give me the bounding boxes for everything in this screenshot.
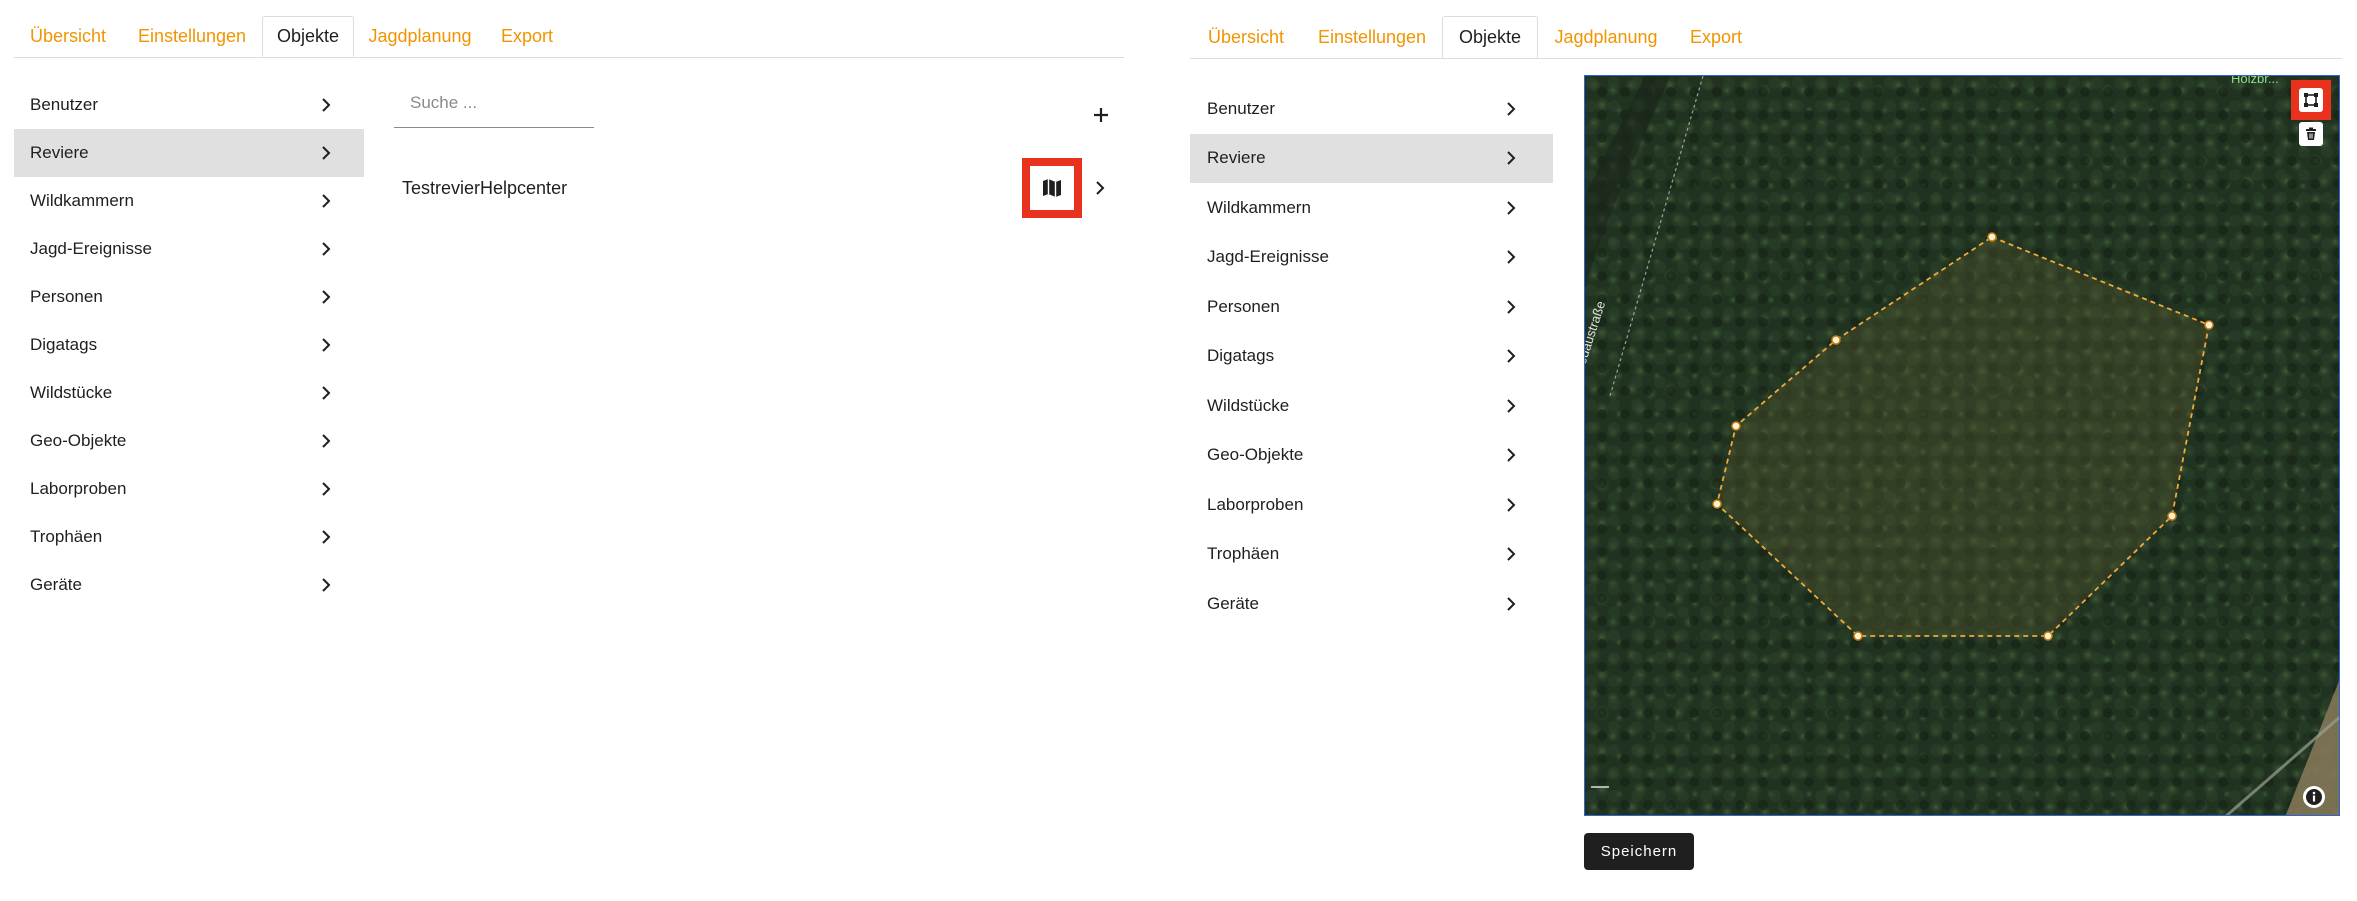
chevron-right-icon (1503, 596, 1519, 612)
left-menu-item-reviere[interactable]: Reviere (14, 129, 364, 177)
left-tab-einstellungen[interactable]: Einstellungen (122, 16, 262, 57)
polygon-draw-icon[interactable] (2291, 80, 2331, 120)
right-menu-item-geraete[interactable]: Geräte (1190, 579, 1553, 629)
chevron-right-icon (318, 289, 334, 305)
chevron-right-icon (1503, 200, 1519, 216)
chevron-right-icon (1503, 447, 1519, 463)
right-object-menu: Benutzer Reviere Wildkammern Jagd-Ereign… (1190, 84, 1553, 629)
right-menu-item-benutzer[interactable]: Benutzer (1190, 84, 1553, 134)
menu-item-label: Geräte (30, 575, 82, 594)
menu-item-label: Digatags (30, 335, 98, 354)
menu-item-label: Reviere (30, 143, 89, 162)
chevron-right-icon[interactable] (1092, 180, 1108, 201)
right-tab-einstellungen[interactable]: Einstellungen (1302, 16, 1442, 58)
left-menu-item-wildstuecke[interactable]: Wildstücke (14, 369, 364, 417)
left-menu-item-personen[interactable]: Personen (14, 273, 364, 321)
left-tab-jagdplanung[interactable]: Jagdplanung (354, 16, 486, 57)
right-menu-item-jagd-ereignisse[interactable]: Jagd-Ereignisse (1190, 233, 1553, 283)
menu-item-label: Digatags (1207, 346, 1275, 366)
menu-item-label: Wildkammern (1207, 197, 1311, 217)
right-menu-item-wildstuecke[interactable]: Wildstücke (1190, 381, 1553, 431)
chevron-right-icon (318, 241, 334, 257)
left-menu-item-trophaeen[interactable]: Trophäen (14, 513, 364, 561)
search-field (394, 78, 594, 128)
menu-item-label: Laborproben (30, 479, 127, 498)
chevron-right-icon (1503, 299, 1519, 315)
chevron-right-icon (318, 481, 334, 497)
chevron-right-icon (318, 529, 334, 545)
info-icon[interactable] (2303, 786, 2325, 808)
trash-icon[interactable] (2299, 122, 2323, 146)
chevron-right-icon (1503, 497, 1519, 513)
right-tab-bar: Übersicht Einstellungen Objekte Jagdplan… (1190, 16, 2342, 59)
menu-item-label: Geo-Objekte (30, 431, 127, 450)
right-tab-jagdplanung[interactable]: Jagdplanung (1538, 16, 1674, 58)
right-tab-uebersicht[interactable]: Übersicht (1190, 16, 1302, 58)
chevron-right-icon (318, 193, 334, 209)
left-tab-objekte[interactable]: Objekte (262, 16, 354, 57)
menu-item-label: Jagd-Ereignisse (1207, 247, 1329, 267)
left-menu-item-jagd-ereignisse[interactable]: Jagd-Ereignisse (14, 225, 364, 273)
right-menu-item-wildkammern[interactable]: Wildkammern (1190, 183, 1553, 233)
menu-item-label: Geräte (1207, 593, 1259, 613)
left-object-menu: Benutzer Reviere Wildkammern Jagd-Ereign… (14, 81, 364, 609)
chevron-right-icon (1503, 398, 1519, 414)
menu-item-label: Wildstücke (1207, 395, 1290, 415)
right-menu-item-digatags[interactable]: Digatags (1190, 332, 1553, 382)
left-menu-item-digatags[interactable]: Digatags (14, 321, 364, 369)
right-tab-objekte[interactable]: Objekte (1442, 16, 1538, 58)
left-tab-uebersicht[interactable]: Übersicht (14, 16, 122, 57)
highlight-frame (1022, 158, 1082, 218)
left-menu-item-laborproben[interactable]: Laborproben (14, 465, 364, 513)
left-menu-item-wildkammern[interactable]: Wildkammern (14, 177, 364, 225)
left-menu-item-geo-objekte[interactable]: Geo-Objekte (14, 417, 364, 465)
list-item-label[interactable]: TestrevierHelpcenter (402, 178, 567, 199)
right-tab-export[interactable]: Export (1674, 16, 1758, 58)
menu-item-label: Trophäen (30, 527, 103, 546)
menu-item-label: Laborproben (1207, 494, 1304, 514)
menu-item-label: Reviere (1207, 148, 1266, 168)
chevron-right-icon (318, 577, 334, 593)
left-menu-item-geraete[interactable]: Geräte (14, 561, 364, 609)
map-icon[interactable] (1030, 166, 1074, 210)
chevron-right-icon (1503, 546, 1519, 562)
chevron-right-icon (318, 385, 334, 401)
chevron-right-icon (1503, 101, 1519, 117)
satellite-map[interactable]: Wiedaustraße Holzbr... (1584, 75, 2340, 816)
chevron-right-icon (1503, 150, 1519, 166)
right-menu-item-geo-objekte[interactable]: Geo-Objekte (1190, 431, 1553, 481)
chevron-right-icon (1503, 249, 1519, 265)
left-tab-bar: Übersicht Einstellungen Objekte Jagdplan… (14, 16, 1124, 58)
chevron-right-icon (1503, 348, 1519, 364)
chevron-right-icon (318, 433, 334, 449)
right-menu-item-trophaeen[interactable]: Trophäen (1190, 530, 1553, 580)
menu-item-label: Wildstücke (30, 383, 113, 402)
right-menu-item-laborproben[interactable]: Laborproben (1190, 480, 1553, 530)
menu-item-label: Personen (1207, 296, 1280, 316)
menu-item-label: Wildkammern (30, 191, 134, 210)
left-tab-export[interactable]: Export (486, 16, 568, 57)
place-label: Holzbr... (2231, 75, 2279, 86)
left-menu-item-benutzer[interactable]: Benutzer (14, 81, 364, 129)
plus-icon[interactable] (1090, 104, 1112, 126)
map-imagery (1585, 76, 2339, 815)
chevron-right-icon (318, 337, 334, 353)
menu-item-label: Jagd-Ereignisse (30, 239, 152, 258)
chevron-right-icon (318, 97, 334, 113)
right-menu-item-personen[interactable]: Personen (1190, 282, 1553, 332)
chevron-right-icon (318, 145, 334, 161)
menu-item-label: Benutzer (30, 95, 99, 114)
right-menu-item-reviere[interactable]: Reviere (1190, 133, 1553, 183)
menu-item-label: Geo-Objekte (1207, 445, 1304, 465)
save-button[interactable]: Speichern (1584, 833, 1694, 870)
menu-item-label: Trophäen (1207, 544, 1280, 564)
menu-item-label: Benutzer (1207, 98, 1276, 118)
menu-item-label: Personen (30, 287, 103, 306)
search-input[interactable] (394, 78, 594, 127)
